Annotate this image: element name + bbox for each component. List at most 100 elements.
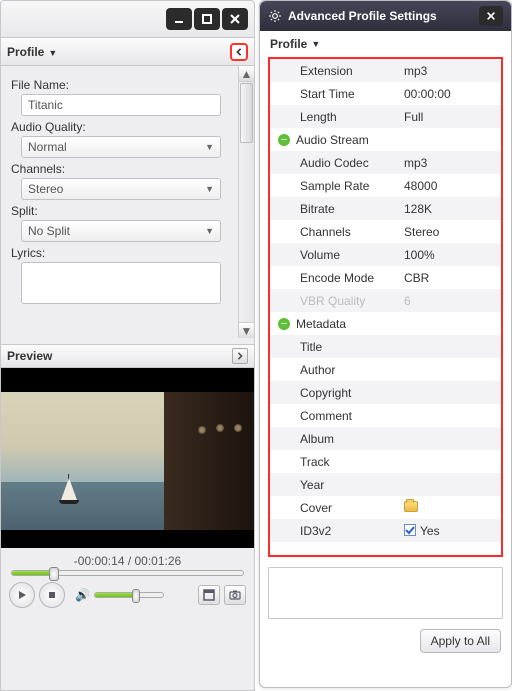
settings-row[interactable]: Bitrate128K <box>270 197 501 220</box>
fullscreen-button[interactable] <box>198 585 220 605</box>
settings-row[interactable]: Year <box>270 473 501 496</box>
setting-key: Bitrate <box>270 202 400 216</box>
setting-value: 48000 <box>400 179 501 193</box>
setting-key: Comment <box>270 409 400 423</box>
settings-row[interactable]: LengthFull <box>270 105 501 128</box>
setting-value: Yes <box>400 524 501 538</box>
settings-row[interactable]: Track <box>270 450 501 473</box>
settings-row[interactable]: Title <box>270 335 501 358</box>
maximize-button[interactable] <box>194 8 220 30</box>
settings-row[interactable]: Start Time00:00:00 <box>270 82 501 105</box>
audio-quality-label: Audio Quality: <box>11 120 230 134</box>
volume-knob[interactable] <box>132 589 140 603</box>
settings-row[interactable]: VBR Quality6 <box>270 289 501 312</box>
settings-row[interactable]: Cover <box>270 496 501 519</box>
settings-row[interactable]: Extensionmp3 <box>270 59 501 82</box>
setting-key: Volume <box>270 248 400 262</box>
video-preview[interactable] <box>1 368 254 548</box>
file-name-label: File Name: <box>11 78 230 92</box>
settings-row[interactable]: Encode ModeCBR <box>270 266 501 289</box>
preview-header: Preview <box>1 344 254 368</box>
setting-value: mp3 <box>400 64 501 78</box>
channels-label: Channels: <box>11 162 230 176</box>
setting-key: Start Time <box>270 87 400 101</box>
checkbox-icon[interactable] <box>404 524 416 536</box>
scroll-thumb[interactable] <box>240 83 253 143</box>
settings-row[interactable]: Sample Rate48000 <box>270 174 501 197</box>
setting-value: 6 <box>400 294 501 308</box>
profile-dropdown[interactable]: Profile ▼ <box>260 31 511 57</box>
setting-key: Title <box>270 340 400 354</box>
window-controls <box>0 0 255 38</box>
settings-row[interactable]: Album <box>270 427 501 450</box>
apply-to-all-button[interactable]: Apply to All <box>420 629 501 653</box>
group-label: Metadata <box>296 317 346 331</box>
setting-key: Sample Rate <box>270 179 400 193</box>
form-scrollbar[interactable]: ▲ ▼ <box>238 66 254 338</box>
settings-row[interactable]: ChannelsStereo <box>270 220 501 243</box>
settings-row[interactable]: Audio Codecmp3 <box>270 151 501 174</box>
advanced-close-button[interactable] <box>479 6 503 26</box>
profile-form: File Name: Audio Quality: Normal ▼ Channe… <box>1 66 254 338</box>
chevron-down-icon: ▼ <box>205 142 214 152</box>
setting-key: Copyright <box>270 386 400 400</box>
setting-key: Track <box>270 455 400 469</box>
scroll-down-icon[interactable]: ▼ <box>239 322 254 338</box>
close-button[interactable] <box>222 8 248 30</box>
chevron-down-icon: ▼ <box>205 184 214 194</box>
folder-icon <box>404 501 418 512</box>
split-value: No Split <box>28 224 70 238</box>
setting-key: Length <box>270 110 400 124</box>
profile-section-header[interactable]: Profile▼ <box>1 38 254 66</box>
minimize-button[interactable] <box>166 8 192 30</box>
settings-group[interactable]: –Metadata <box>270 312 501 335</box>
volume-icon: 🔊 <box>75 588 90 602</box>
split-select[interactable]: No Split▼ <box>21 220 221 242</box>
file-name-input[interactable] <box>21 94 221 116</box>
settings-row[interactable]: Author <box>270 358 501 381</box>
settings-row[interactable]: Comment <box>270 404 501 427</box>
scroll-up-icon[interactable]: ▲ <box>239 66 254 82</box>
split-label: Split: <box>11 204 230 218</box>
settings-row[interactable]: Copyright <box>270 381 501 404</box>
audio-quality-select[interactable]: Normal ▼ <box>21 136 221 158</box>
collapse-group-icon: – <box>278 318 290 330</box>
volume-slider[interactable] <box>94 592 164 598</box>
apply-to-all-label: Apply to All <box>431 634 490 648</box>
setting-value: CBR <box>400 271 501 285</box>
setting-key: Cover <box>270 501 400 515</box>
setting-key: Year <box>270 478 400 492</box>
lyrics-textarea[interactable] <box>21 262 221 304</box>
setting-key: VBR Quality <box>270 294 400 308</box>
advanced-settings-title: Advanced Profile Settings <box>288 9 437 23</box>
setting-value: 100% <box>400 248 501 262</box>
setting-value: mp3 <box>400 156 501 170</box>
channels-select[interactable]: Stereo▼ <box>21 178 221 200</box>
settings-row[interactable]: ID3v2Yes <box>270 519 501 542</box>
collapse-left-button[interactable] <box>230 43 248 61</box>
dropdown-triangle-icon: ▼ <box>48 48 57 58</box>
snapshot-button[interactable] <box>224 585 246 605</box>
setting-value: Stereo <box>400 225 501 239</box>
settings-table: Extensionmp3Start Time00:00:00LengthFull… <box>268 57 503 557</box>
playback-time: -00:00:14 / 00:01:26 <box>1 548 254 570</box>
setting-key: Channels <box>270 225 400 239</box>
dropdown-triangle-icon: ▼ <box>311 39 320 49</box>
seek-slider[interactable] <box>11 570 244 576</box>
settings-group[interactable]: –Audio Stream <box>270 128 501 151</box>
seek-knob[interactable] <box>49 567 59 581</box>
setting-value: 00:00:00 <box>400 87 501 101</box>
collapse-group-icon: – <box>278 134 290 146</box>
profile-dropdown-label: Profile <box>270 37 307 51</box>
lyrics-label: Lyrics: <box>11 246 230 260</box>
stop-button[interactable] <box>39 582 65 608</box>
expand-preview-button[interactable] <box>232 348 248 364</box>
audio-quality-value: Normal <box>28 140 67 154</box>
group-label: Audio Stream <box>296 133 369 147</box>
setting-key: Author <box>270 363 400 377</box>
setting-key: ID3v2 <box>270 524 400 538</box>
settings-row[interactable]: Volume100% <box>270 243 501 266</box>
setting-key: Album <box>270 432 400 446</box>
play-button[interactable] <box>9 582 35 608</box>
value-editor[interactable] <box>268 567 503 619</box>
